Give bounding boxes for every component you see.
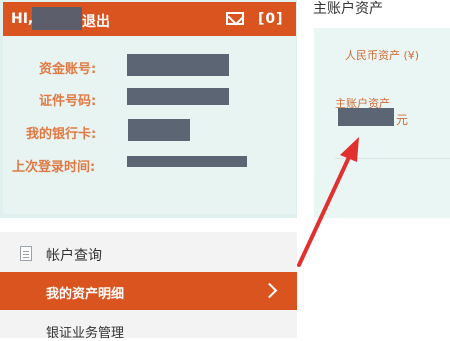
red-arrow-annotation	[297, 137, 359, 267]
